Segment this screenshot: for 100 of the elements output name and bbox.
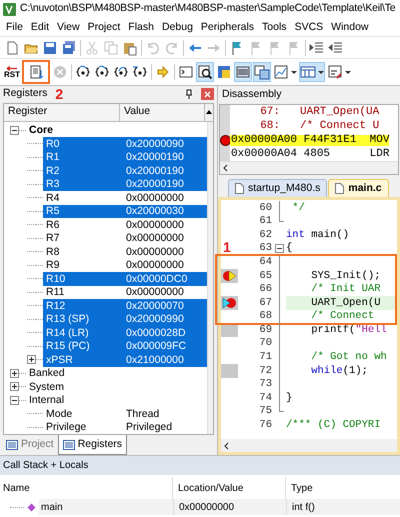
register-name: Mode: [45, 408, 74, 419]
file-tab[interactable]: startup_M480.s: [228, 179, 328, 197]
register-row[interactable]: R13 (SP) 0x20000990: [43, 312, 207, 326]
line-number: 60: [258, 202, 272, 214]
register-row[interactable]: Privilege Privileged: [43, 420, 207, 434]
line-number: 61: [258, 216, 272, 227]
toolbar-button[interactable]: [22, 60, 50, 84]
register-row[interactable]: R0 0x20000090: [43, 137, 207, 150]
register-name: R10: [45, 274, 66, 284]
menu-item[interactable]: File: [2, 22, 27, 32]
collapse-icon[interactable]: [10, 126, 19, 135]
scroll-left-icon: [223, 164, 228, 172]
tab-icon: [62, 440, 75, 450]
register-name: R13 (SP): [45, 314, 90, 324]
toolbar-button[interactable]: [299, 62, 325, 82]
column-header[interactable]: Value: [120, 104, 205, 122]
register-row[interactable]: R2 0x20000190: [43, 164, 207, 178]
menu-item[interactable]: Project: [84, 22, 124, 32]
code-line: }: [286, 392, 292, 404]
register-name: R12: [45, 300, 66, 311]
register-name: R9: [45, 260, 60, 270]
panel-tab[interactable]: Registers: [58, 435, 128, 455]
expand-icon[interactable]: [27, 355, 36, 364]
toolbar-button[interactable]: [234, 62, 252, 82]
register-row[interactable]: R3 0x20000190: [43, 178, 207, 191]
register-value: Thread: [126, 408, 160, 419]
register-value: 0x20000190: [126, 166, 184, 176]
register-row[interactable]: Mode Thread: [43, 407, 207, 420]
register-row[interactable]: R7 0x00000000: [43, 232, 207, 245]
register-name: xPSR: [45, 354, 74, 365]
expand-icon[interactable]: [10, 368, 19, 378]
code-line: SYS_Init();: [310, 270, 381, 282]
register-value: 0x21000000: [126, 354, 184, 365]
toolbar-button[interactable]: RST: [3, 62, 21, 82]
register-row[interactable]: R1 0x20000190: [43, 150, 207, 164]
panel-tab[interactable]: Project: [2, 435, 58, 455]
pin-icon[interactable]: [185, 89, 193, 100]
register-value: Privileged: [126, 422, 172, 432]
code-line: /* Got no wh: [310, 352, 387, 363]
column-header[interactable]: Register: [4, 104, 120, 122]
fold-collapse-icon[interactable]: [274, 244, 284, 254]
toolbar-button[interactable]: [253, 62, 271, 82]
line-number: 67: [258, 298, 272, 308]
menu-item[interactable]: Window: [327, 22, 373, 32]
horizontal-scrollbar[interactable]: [220, 161, 398, 174]
toolbar-button[interactable]: [196, 62, 214, 82]
scroll-up-button[interactable]: [205, 104, 213, 122]
register-row[interactable]: R12 0x20000070: [43, 299, 207, 312]
line-number: 75: [258, 406, 272, 417]
register-name: R15 (PC): [45, 341, 91, 352]
register-name: R14 (LR): [45, 328, 90, 338]
menu-item[interactable]: View: [53, 22, 84, 32]
stop-icon: [52, 64, 68, 80]
code-line: UART_Open(U: [310, 298, 381, 308]
line-number: 66: [258, 284, 272, 295]
menu-item[interactable]: Peripherals: [196, 22, 258, 32]
register-value: 0x20000090: [126, 138, 184, 149]
file-tab[interactable]: main.c: [328, 179, 389, 197]
copy-icon: [103, 40, 119, 56]
menu-item[interactable]: SVCS: [290, 22, 328, 32]
register-row[interactable]: R11 0x00000000: [43, 286, 207, 299]
command-icon: [178, 64, 194, 80]
register-value: 0x00000000: [126, 192, 184, 203]
register-row[interactable]: R15 (PC) 0x000009FC: [43, 340, 207, 353]
menu-item[interactable]: Debug: [158, 22, 197, 32]
vertical-scrollbar[interactable]: [207, 122, 213, 434]
register-row[interactable]: xPSR 0x21000000: [43, 353, 207, 366]
callout-label: 2: [55, 87, 64, 102]
cut-icon: [84, 40, 100, 56]
line-number: 73: [258, 379, 272, 390]
register-name: Privilege: [45, 422, 88, 432]
unindent-icon: [328, 40, 344, 56]
file-icon: [335, 183, 344, 194]
panel-title: Call Stack + Locals: [3, 459, 88, 473]
register-row[interactable]: R8 0x00000000: [43, 245, 207, 258]
horizontal-scrollbar[interactable]: [221, 439, 397, 452]
collapse-icon[interactable]: [10, 396, 19, 405]
code-line: while(1);: [310, 366, 368, 376]
register-name: R8: [45, 246, 60, 257]
line-number: 70: [258, 338, 272, 349]
register-row[interactable]: R14 (LR) 0x0000028D: [43, 326, 207, 340]
menu-item[interactable]: Flash: [124, 22, 158, 32]
register-row[interactable]: R4 0x00000000: [43, 191, 207, 204]
close-icon[interactable]: [201, 88, 214, 100]
menu-item[interactable]: Edit: [26, 22, 54, 32]
register-row[interactable]: R5 0x20000030: [43, 204, 207, 218]
expand-icon[interactable]: [10, 382, 19, 392]
line-number: 69: [258, 324, 272, 336]
disassembly-icon: [197, 64, 213, 80]
callout-label: 1: [223, 240, 231, 254]
register-row[interactable]: R6 0x00000000: [43, 218, 207, 232]
column-header[interactable]: Type: [286, 477, 400, 499]
register-name: R7: [45, 233, 60, 244]
scroll-left-icon: [224, 442, 229, 450]
serial-icon: [327, 64, 343, 80]
code-line: {: [286, 243, 292, 254]
menu-item[interactable]: Tools: [258, 22, 291, 32]
register-row[interactable]: R10 0x00000DC0: [43, 272, 207, 286]
register-row[interactable]: R9 0x00000000: [43, 258, 207, 272]
show-next-icon: [155, 64, 171, 80]
